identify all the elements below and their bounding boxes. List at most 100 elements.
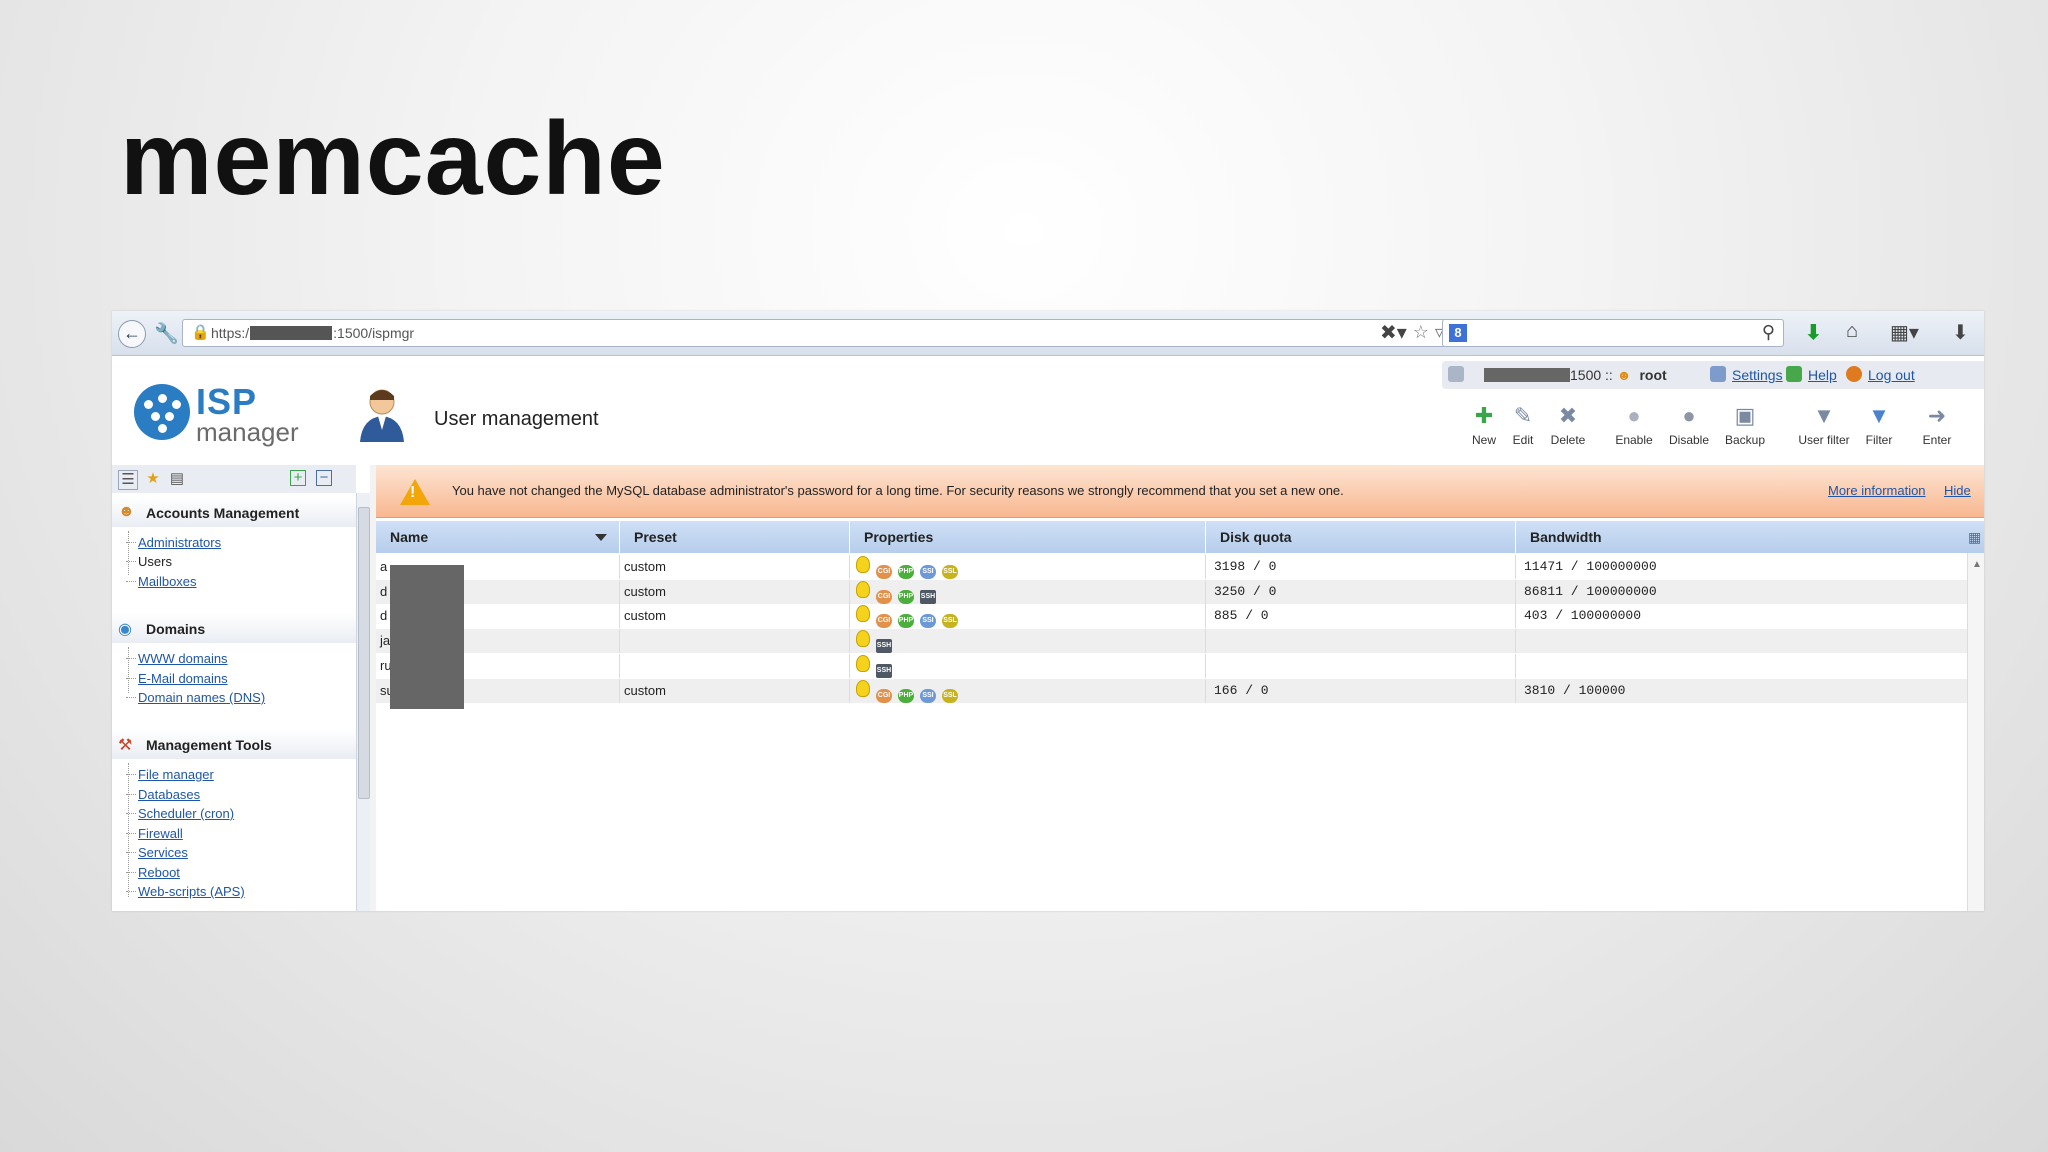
settings-icon <box>1710 366 1726 382</box>
group-management-tools[interactable]: ⚒ Management Tools <box>112 729 356 759</box>
cell-preset: custom <box>620 678 850 703</box>
search-input[interactable]: 8 ⚲ <box>1442 319 1784 347</box>
sidebar-item-web-scripts[interactable]: Web-scripts (APS) <box>126 884 245 899</box>
column-bandwidth[interactable]: Bandwidth <box>1516 521 1984 553</box>
sort-desc-icon <box>595 534 607 541</box>
redacted-server <box>1484 368 1570 382</box>
sidebar-item-scheduler[interactable]: Scheduler (cron) <box>126 806 234 821</box>
sidebar-item-file-manager[interactable]: File manager <box>126 767 214 782</box>
expand-all-icon[interactable]: + <box>290 470 306 486</box>
php-icon: PHP <box>898 589 914 604</box>
column-preset[interactable]: Preset <box>620 521 850 553</box>
cell-preset: custom <box>620 555 850 579</box>
disable-button[interactable]: ● Disable <box>1659 403 1719 447</box>
sidebar-item-email-domains[interactable]: E-Mail domains <box>126 671 228 686</box>
column-disk-quota[interactable]: Disk quota <box>1206 521 1516 553</box>
sidebar-item-users[interactable]: Users <box>126 554 172 569</box>
table-row[interactable]: ru SSH <box>376 653 1976 678</box>
download-cancel-icon[interactable]: ✖▾ <box>1380 320 1407 345</box>
cell-properties: CGI PHP SSI SSL <box>850 678 1206 703</box>
column-properties[interactable]: Properties <box>850 521 1206 553</box>
downloads-icon[interactable]: ⬇ <box>1952 320 1969 345</box>
backup-button[interactable]: ▣ Backup <box>1715 403 1775 447</box>
sidebar-scroll-thumb[interactable] <box>358 507 370 799</box>
back-icon[interactable]: ← <box>118 320 146 348</box>
ssl-icon: SSL <box>942 565 958 579</box>
ssi-icon: SSI <box>920 614 936 629</box>
more-information-link[interactable]: More information <box>1828 483 1926 498</box>
group-accounts-management[interactable]: ☻ Accounts Management <box>112 497 356 527</box>
cell-properties: SSH <box>850 653 1206 678</box>
sidebar: ☰ ★ ▤ + − ☻ Accounts Management Administ… <box>112 465 371 911</box>
column-settings-icon[interactable]: ▦ <box>1968 529 1984 545</box>
filter-button[interactable]: ▼ Filter <box>1849 403 1909 447</box>
download-arrow-icon[interactable]: ⬇ <box>1805 320 1822 345</box>
cell-properties: SSH <box>850 629 1206 654</box>
ssh-icon: SSH <box>876 663 892 678</box>
table-row[interactable]: ja SSH <box>376 629 1976 654</box>
php-icon: PHP <box>898 565 914 579</box>
sidebar-item-databases[interactable]: Databases <box>126 787 200 802</box>
sidebar-item-firewall[interactable]: Firewall <box>126 826 183 841</box>
cgi-icon: CGI <box>876 688 892 703</box>
cell-disk-quota <box>1206 653 1516 678</box>
table-header: Name Preset Properties Disk quota Bandwi… <box>376 521 1984 553</box>
collapse-all-icon[interactable]: − <box>316 470 332 486</box>
cell-disk-quota <box>1206 629 1516 654</box>
cell-bandwidth <box>1516 629 1976 653</box>
column-name[interactable]: Name <box>376 521 620 553</box>
wrench-icon[interactable]: 🔧 <box>154 321 179 346</box>
enabled-bulb-icon <box>856 556 870 573</box>
cell-preset <box>620 629 850 654</box>
table-row[interactable]: d custom CGI PHP SSH 3250 / 0 86811 / 10000000… <box>376 579 1976 604</box>
redacted-names <box>390 565 464 709</box>
hide-link[interactable]: Hide <box>1944 483 1971 498</box>
settings-link[interactable]: Settings <box>1732 367 1783 383</box>
enter-button[interactable]: ➜ Enter <box>1907 403 1967 447</box>
bookmarks-menu-icon[interactable]: ▦▾ <box>1890 320 1919 345</box>
table-row[interactable]: su custom CGI PHP SSI SSL 166 / 0 3810 / 100000 <box>376 678 1976 703</box>
clipboard-icon[interactable]: ▤ <box>168 470 186 488</box>
ssh-icon: SSH <box>920 589 936 604</box>
table-row[interactable]: a custom CGI PHP SSI SSL 3198 / 0 11471 / 10000… <box>376 555 1976 579</box>
session-bar: 1500 :: ☻ root Settings Help Log out <box>1442 361 1984 389</box>
enabled-bulb-icon <box>856 679 870 697</box>
enable-button[interactable]: ● Enable <box>1604 403 1664 447</box>
browser-toolbar: ← 🔧 🔒 https:/:1500/ispmgr ☆▿↻ ✖▾ 8 ⚲ ⬇ ⌂… <box>112 311 1984 356</box>
php-icon: PHP <box>898 614 914 629</box>
cell-preset <box>620 653 850 678</box>
ssl-icon: SSL <box>942 688 958 703</box>
sidebar-item-dns[interactable]: Domain names (DNS) <box>126 690 265 705</box>
enter-icon: ➜ <box>1927 403 1947 428</box>
url-text: https:/:1500/ispmgr <box>211 325 415 341</box>
sidebar-item-mailboxes[interactable]: Mailboxes <box>126 574 197 589</box>
search-icon[interactable]: ⚲ <box>1762 322 1775 343</box>
slide-title: memcache <box>120 101 666 217</box>
tools-icon: ⚒ <box>118 737 133 754</box>
help-icon <box>1786 366 1802 382</box>
address-bar[interactable]: 🔒 https:/:1500/ispmgr ☆▿↻ <box>182 319 1480 347</box>
disable-bulb-icon: ● <box>1682 403 1696 428</box>
help-link[interactable]: Help <box>1808 367 1837 383</box>
user-filter-icon: ▼ <box>1813 403 1835 428</box>
delete-button[interactable]: ✖ Delete <box>1538 403 1598 447</box>
home-icon[interactable]: ⌂ <box>1846 320 1858 343</box>
group-domains[interactable]: ◉ Domains <box>112 613 356 643</box>
favorites-star-icon[interactable]: ★ <box>144 470 162 488</box>
sidebar-item-services[interactable]: Services <box>126 845 188 860</box>
ssi-icon: SSI <box>920 565 936 579</box>
sidebar-scrollbar[interactable] <box>356 493 371 911</box>
logout-link[interactable]: Log out <box>1868 367 1915 383</box>
google-icon: 8 <box>1449 324 1467 342</box>
table-scrollbar[interactable]: ▲ <box>1967 553 1984 911</box>
cell-preset: custom <box>620 579 850 604</box>
sidebar-item-administrators[interactable]: Administrators <box>126 535 221 550</box>
sidebar-item-www-domains[interactable]: WWW domains <box>126 651 228 666</box>
list-view-icon[interactable]: ☰ <box>118 470 138 490</box>
table-row[interactable]: d custom CGI PHP SSI SSL 885 / 0 403 / 10000000… <box>376 604 1976 629</box>
user-filter-button[interactable]: ▼ User filter <box>1794 403 1854 447</box>
sidebar-item-reboot[interactable]: Reboot <box>126 865 180 880</box>
delete-icon: ✖ <box>1558 403 1578 428</box>
sidebar-tools: ☰ ★ ▤ + − <box>112 465 356 493</box>
server-info: 1500 :: ☻ root <box>1462 367 1667 383</box>
